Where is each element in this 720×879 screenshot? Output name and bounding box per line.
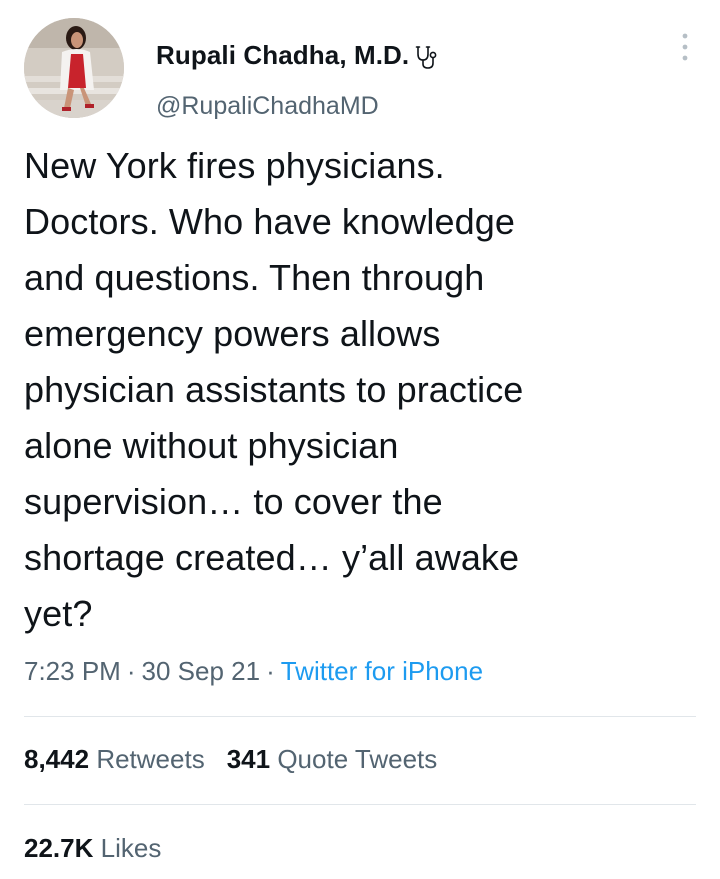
author-handle[interactable]: @RupaliChadhaMD [156,92,379,121]
meta-separator: · [266,656,275,686]
tweet-time[interactable]: 7:23 PM [24,656,121,686]
more-options-icon[interactable] [680,30,690,64]
quote-tweets-count: 341 [226,744,271,774]
tweet: Rupali Chadha, M.D. @RupaliChadhaMD New … [0,0,720,879]
likes-count: 22.7K [24,833,94,863]
divider [24,804,696,805]
avatar[interactable] [24,18,124,118]
likes-stat[interactable]: 22.7K Likes [24,833,161,863]
tweet-source-link[interactable]: Twitter for iPhone [281,656,483,686]
display-name[interactable]: Rupali Chadha, M.D. [156,40,409,71]
meta-separator: · [126,656,136,686]
retweet-stats-row: 8,442 Retweets 341 Quote Tweets [24,744,437,775]
likes-label: Likes [100,833,162,863]
retweets-stat[interactable]: 8,442 Retweets [24,744,205,774]
tweet-header: Rupali Chadha, M.D. @RupaliChadhaMD [24,18,704,121]
avatar-image [24,18,124,118]
stethoscope-icon [413,44,439,70]
retweets-count: 8,442 [24,744,90,774]
tweet-date[interactable]: 30 Sep 21 [142,656,261,686]
author-name-row[interactable]: Rupali Chadha, M.D. [156,40,439,71]
tweet-text: New York fires physicians. Doctors. Who … [24,145,524,634]
retweets-label: Retweets [96,744,205,774]
tweet-meta: 7:23 PM · 30 Sep 21 · Twitter for iPhone [24,656,483,687]
likes-stats-row: 22.7K Likes [24,833,161,864]
quote-tweets-label: Quote Tweets [277,744,438,774]
quote-tweets-stat[interactable]: 341 Quote Tweets [227,744,438,774]
divider [24,716,696,717]
